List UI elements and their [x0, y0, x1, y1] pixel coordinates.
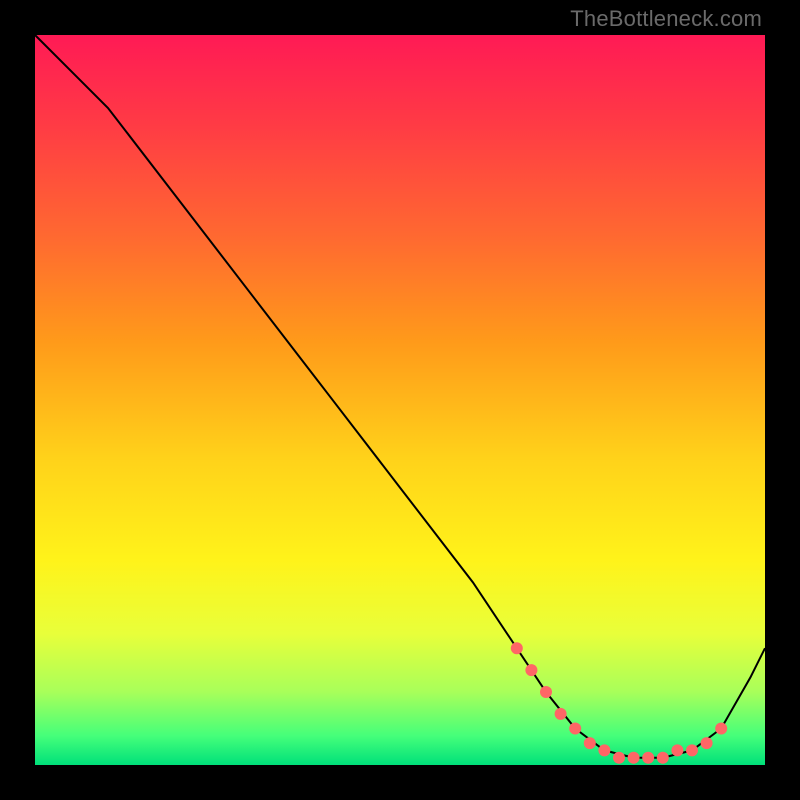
highlight-dot	[569, 723, 581, 735]
highlight-dot	[715, 723, 727, 735]
highlight-dot	[686, 744, 698, 756]
highlight-dot	[657, 752, 669, 764]
highlight-dot	[584, 737, 596, 749]
highlight-dots	[511, 642, 727, 764]
highlight-dot	[511, 642, 523, 654]
bottleneck-curve	[35, 35, 765, 758]
highlight-dot	[671, 744, 683, 756]
highlight-dot	[628, 752, 640, 764]
highlight-dot	[642, 752, 654, 764]
highlight-dot	[525, 664, 537, 676]
curve-svg	[35, 35, 765, 765]
highlight-dot	[613, 752, 625, 764]
plot-area	[35, 35, 765, 765]
highlight-dot	[540, 686, 552, 698]
chart-frame: TheBottleneck.com	[0, 0, 800, 800]
watermark-text: TheBottleneck.com	[570, 6, 762, 32]
highlight-dot	[701, 737, 713, 749]
highlight-dot	[555, 708, 567, 720]
highlight-dot	[598, 744, 610, 756]
